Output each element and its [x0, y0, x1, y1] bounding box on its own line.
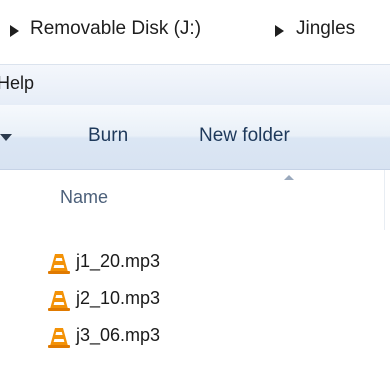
new-folder-button[interactable]: New folder [199, 125, 290, 147]
breadcrumb-jingles[interactable]: Jingles [296, 18, 355, 40]
menu-item-help[interactable]: Help [0, 73, 34, 94]
file-list: Name j1_20.mp3 j2_10.mp3 j3_06.mp3 [0, 170, 390, 365]
vlc-cone-icon [48, 328, 70, 348]
list-item[interactable]: j2_10.mp3 [48, 287, 378, 313]
column-divider[interactable] [384, 170, 385, 230]
file-name: j3_06.mp3 [76, 325, 161, 345]
vlc-cone-icon [48, 291, 70, 311]
file-name: j1_20.mp3 [76, 251, 161, 271]
command-toolbar: Burn New folder [0, 105, 390, 170]
file-name: j2_10.mp3 [76, 288, 161, 308]
menu-bar: Help [0, 64, 390, 106]
breadcrumb-separator-icon[interactable] [275, 25, 284, 37]
dropdown-arrow-icon[interactable] [0, 134, 12, 141]
breadcrumb-removable-disk[interactable]: Removable Disk (J:) [30, 18, 201, 40]
sort-ascending-icon [284, 175, 294, 180]
burn-button[interactable]: Burn [88, 125, 128, 147]
vlc-cone-icon [48, 254, 70, 274]
column-header-name[interactable]: Name [60, 187, 108, 208]
list-item[interactable]: j1_20.mp3 [48, 250, 378, 276]
list-item[interactable]: j3_06.mp3 [48, 324, 378, 350]
address-bar[interactable]: Removable Disk (J:) Jingles [0, 0, 390, 65]
breadcrumb-separator-icon[interactable] [10, 25, 19, 37]
